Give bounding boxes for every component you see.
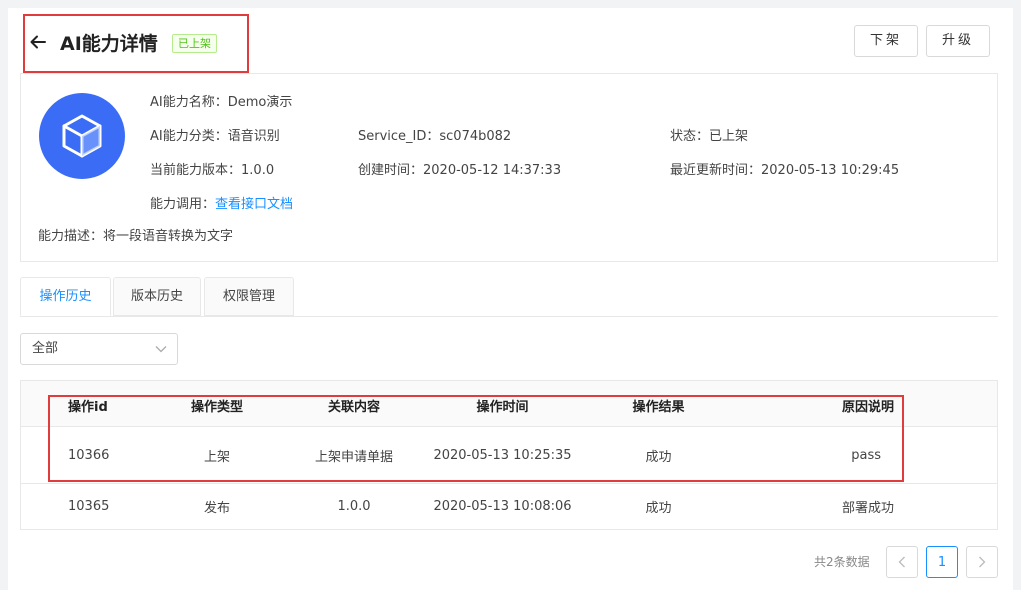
cell-id: 10365 xyxy=(68,499,110,514)
cube-icon xyxy=(39,93,125,179)
cell-type: 上架 xyxy=(203,449,230,465)
page-button-1[interactable]: 1 xyxy=(926,546,958,578)
field-created: 创建时间：2020-05-12 14:37:33 xyxy=(358,163,562,178)
filter-select[interactable]: 全部 xyxy=(20,333,178,365)
col-header-reason: 原因说明 xyxy=(841,400,894,415)
cell-reason: 部署成功 xyxy=(841,501,894,516)
tab-permission[interactable]: 权限管理 xyxy=(204,277,294,316)
arrow-left-icon[interactable] xyxy=(28,32,48,52)
cell-time: 2020-05-13 10:08:06 xyxy=(433,499,572,514)
tabs-divider xyxy=(20,316,998,317)
table-row: 10366 上架 上架申请单据 2020-05-13 10:25:35 成功 p… xyxy=(21,427,997,484)
field-version: 当前能力版本：1.0.0 xyxy=(150,163,275,178)
field-invoke: 能力调用：查看接口文档 xyxy=(150,197,294,212)
tab-operation-history[interactable]: 操作历史 xyxy=(20,277,111,316)
chevron-down-icon xyxy=(155,346,167,353)
info-card: AI能力名称：Demo演示 AI能力分类：语音识别 Service_ID：sc0… xyxy=(20,73,998,262)
chevron-left-icon xyxy=(898,556,905,568)
history-table: 操作id 操作类型 关联内容 操作时间 操作结果 原因说明 10366 上架 上… xyxy=(20,380,998,530)
col-header-time: 操作时间 xyxy=(476,400,529,415)
field-name: AI能力名称：Demo演示 xyxy=(150,95,293,110)
cell-id: 10366 xyxy=(68,447,110,463)
cell-time: 2020-05-13 10:25:35 xyxy=(433,447,572,463)
cell-result: 成功 xyxy=(645,501,672,516)
cell-result: 成功 xyxy=(645,449,672,465)
cell-related-link[interactable]: 1.0.0 xyxy=(304,484,404,529)
status-badge: 已上架 xyxy=(172,34,217,53)
cell-reason: pass xyxy=(851,447,881,463)
upgrade-button[interactable]: 升级 xyxy=(926,25,990,57)
page: AI能力详情 已上架 下架 升级 AI能力名称：Demo演示 AI能力分类：语音… xyxy=(8,8,1013,590)
field-updated: 最近更新时间：2020-05-13 10:29:45 xyxy=(670,163,900,178)
field-category: AI能力分类：语音识别 xyxy=(150,129,280,144)
col-header-result: 操作结果 xyxy=(632,400,685,415)
prev-page-button[interactable] xyxy=(886,546,918,578)
pagination-total: 共2条数据 xyxy=(814,555,870,569)
unshelve-button[interactable]: 下架 xyxy=(854,25,918,57)
cell-type: 发布 xyxy=(203,501,230,516)
chevron-right-icon xyxy=(979,556,986,568)
table-row: 10365 发布 1.0.0 2020-05-13 10:08:06 成功 部署… xyxy=(21,484,997,529)
field-service-id: Service_ID：sc074b082 xyxy=(358,129,512,144)
field-description: 能力描述：将一段语音转换为文字 xyxy=(38,229,234,244)
filter-select-value: 全部 xyxy=(32,341,59,356)
tab-version-history[interactable]: 版本历史 xyxy=(113,277,201,316)
field-status: 状态：已上架 xyxy=(670,129,749,144)
col-header-id: 操作id xyxy=(68,400,108,415)
col-header-related: 关联内容 xyxy=(327,400,380,415)
next-page-button[interactable] xyxy=(966,546,998,578)
cell-related-link[interactable]: 上架申请单据 xyxy=(304,427,404,483)
api-doc-link[interactable]: 查看接口文档 xyxy=(215,197,293,212)
page-title: AI能力详情 xyxy=(60,33,158,55)
col-header-type: 操作类型 xyxy=(190,400,243,415)
table-header-row: 操作id 操作类型 关联内容 操作时间 操作结果 原因说明 xyxy=(21,381,997,427)
